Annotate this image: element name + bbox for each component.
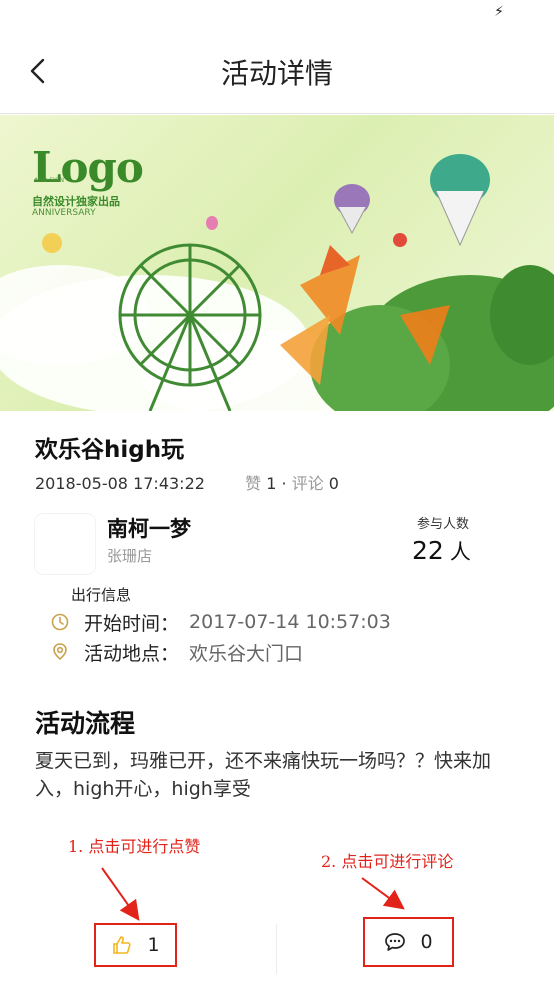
comment-button[interactable]: 0	[363, 917, 454, 967]
annotation-arrows	[101, 867, 405, 921]
comment-hint-arrow	[361, 877, 405, 910]
actions-divider	[276, 924, 277, 974]
like-hint-arrow	[101, 867, 140, 921]
comment-button-count: 0	[420, 931, 433, 953]
like-button-count: 1	[147, 934, 160, 956]
comment-bubble-icon	[385, 933, 406, 951]
thumbs-up-icon	[113, 936, 131, 954]
like-button[interactable]: 1	[94, 923, 177, 967]
